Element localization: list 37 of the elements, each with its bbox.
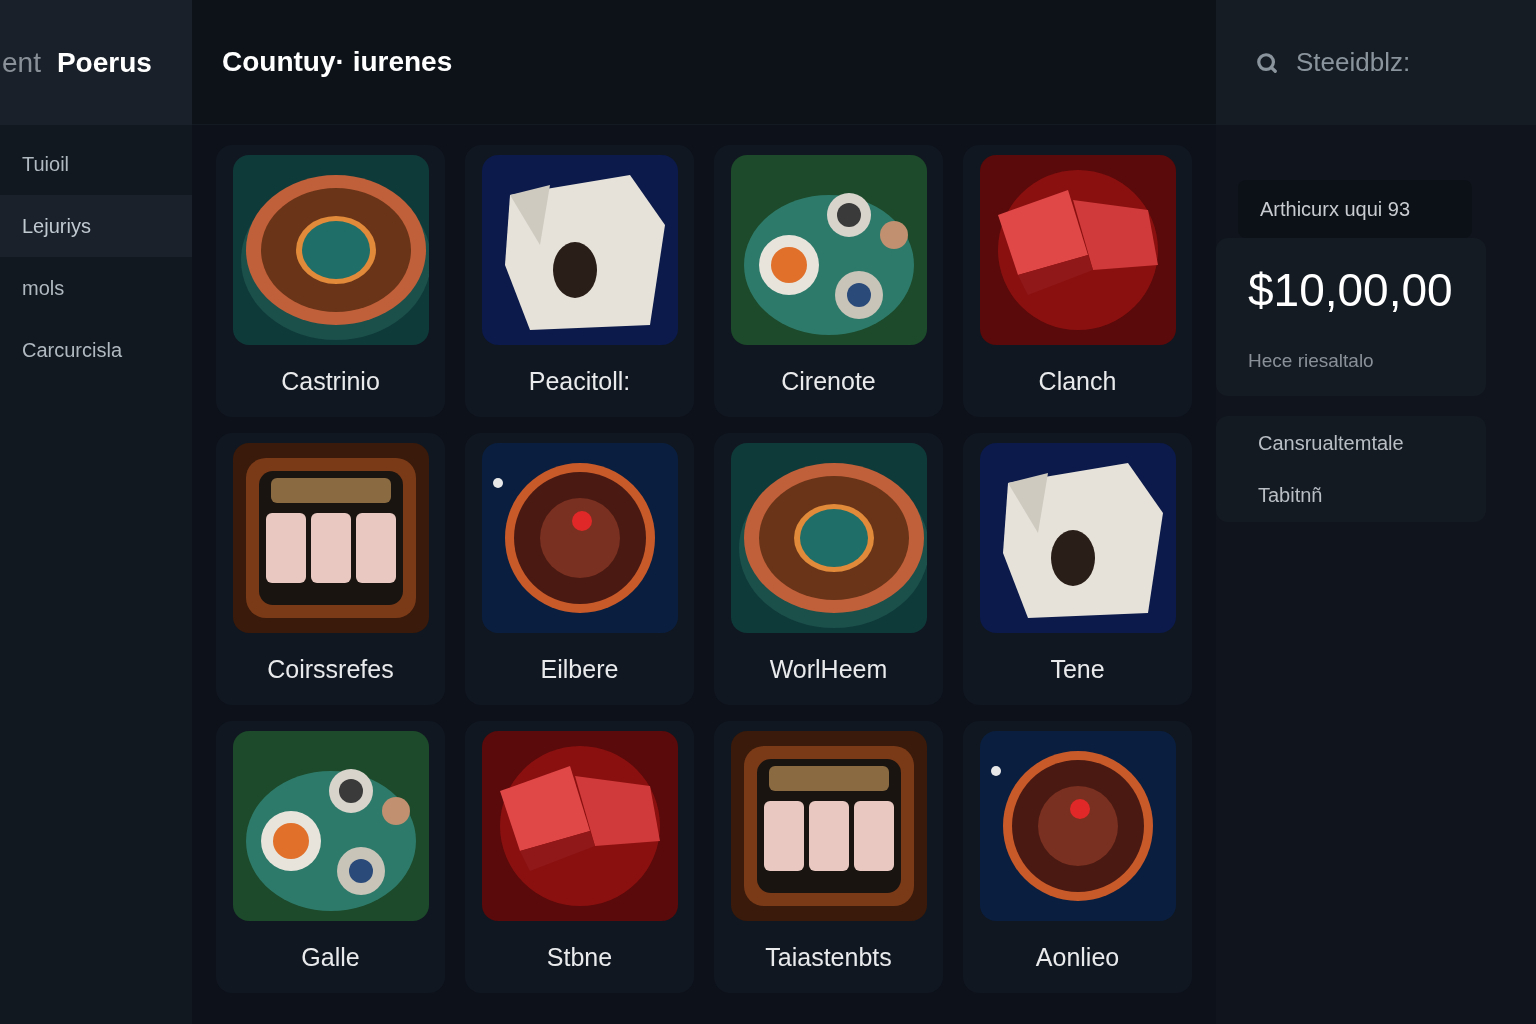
game-card[interactable]: Tene (963, 433, 1192, 705)
game-title: Eilbere (540, 654, 619, 685)
game-card[interactable]: WorlHeem (714, 433, 943, 705)
sidebar-item[interactable]: Lejuriys (0, 195, 192, 257)
balance-amount: $10,00,00 (1248, 263, 1454, 318)
game-title: Castrinio (281, 366, 380, 397)
game-title: Tene (1050, 654, 1105, 685)
game-card[interactable]: Eilbere (465, 433, 694, 705)
game-card[interactable]: Stbne (465, 721, 694, 993)
game-title: Taiastenbts (765, 942, 892, 973)
brand-prefix: ent (2, 45, 41, 80)
game-title: Aonlieo (1035, 942, 1120, 973)
game-card[interactable]: Coirssrefes (216, 433, 445, 705)
sidebar-item[interactable]: mols (0, 257, 192, 319)
game-title: WorlHeem (769, 654, 888, 685)
brand-title: Poerus (56, 45, 152, 80)
game-card[interactable]: Cirenote (714, 145, 943, 417)
search-field[interactable]: Steeidblz: (1296, 43, 1496, 82)
balance-note: Hece riesaltalo (1248, 349, 1375, 373)
sidebar-item[interactable]: Tuioil (0, 133, 192, 195)
game-title: Galle (301, 942, 360, 973)
game-card[interactable]: Galle (216, 721, 445, 993)
game-card[interactable]: Aonlieo (963, 721, 1192, 993)
game-card[interactable]: Clanch (963, 145, 1192, 417)
game-card[interactable]: Taiastenbts (714, 721, 943, 993)
panel-link[interactable]: Tabitnñ (1258, 479, 1444, 510)
panel-link[interactable]: Cansrualtemtale (1258, 427, 1444, 458)
page-title: Countuy· iurenes (222, 45, 453, 79)
game-card[interactable]: Castrinio (216, 145, 445, 417)
game-title: Peacitoll: (528, 366, 631, 397)
sidebar-item[interactable]: Carcurcisla (0, 319, 192, 381)
game-title: Stbne (546, 942, 613, 973)
game-card[interactable]: Peacitoll: (465, 145, 694, 417)
game-title: Coirssrefes (267, 654, 394, 685)
game-title: Cirenote (781, 366, 876, 397)
game-title: Clanch (1038, 366, 1117, 397)
balance-caption: Arthicurx uqui 93 (1260, 197, 1411, 222)
